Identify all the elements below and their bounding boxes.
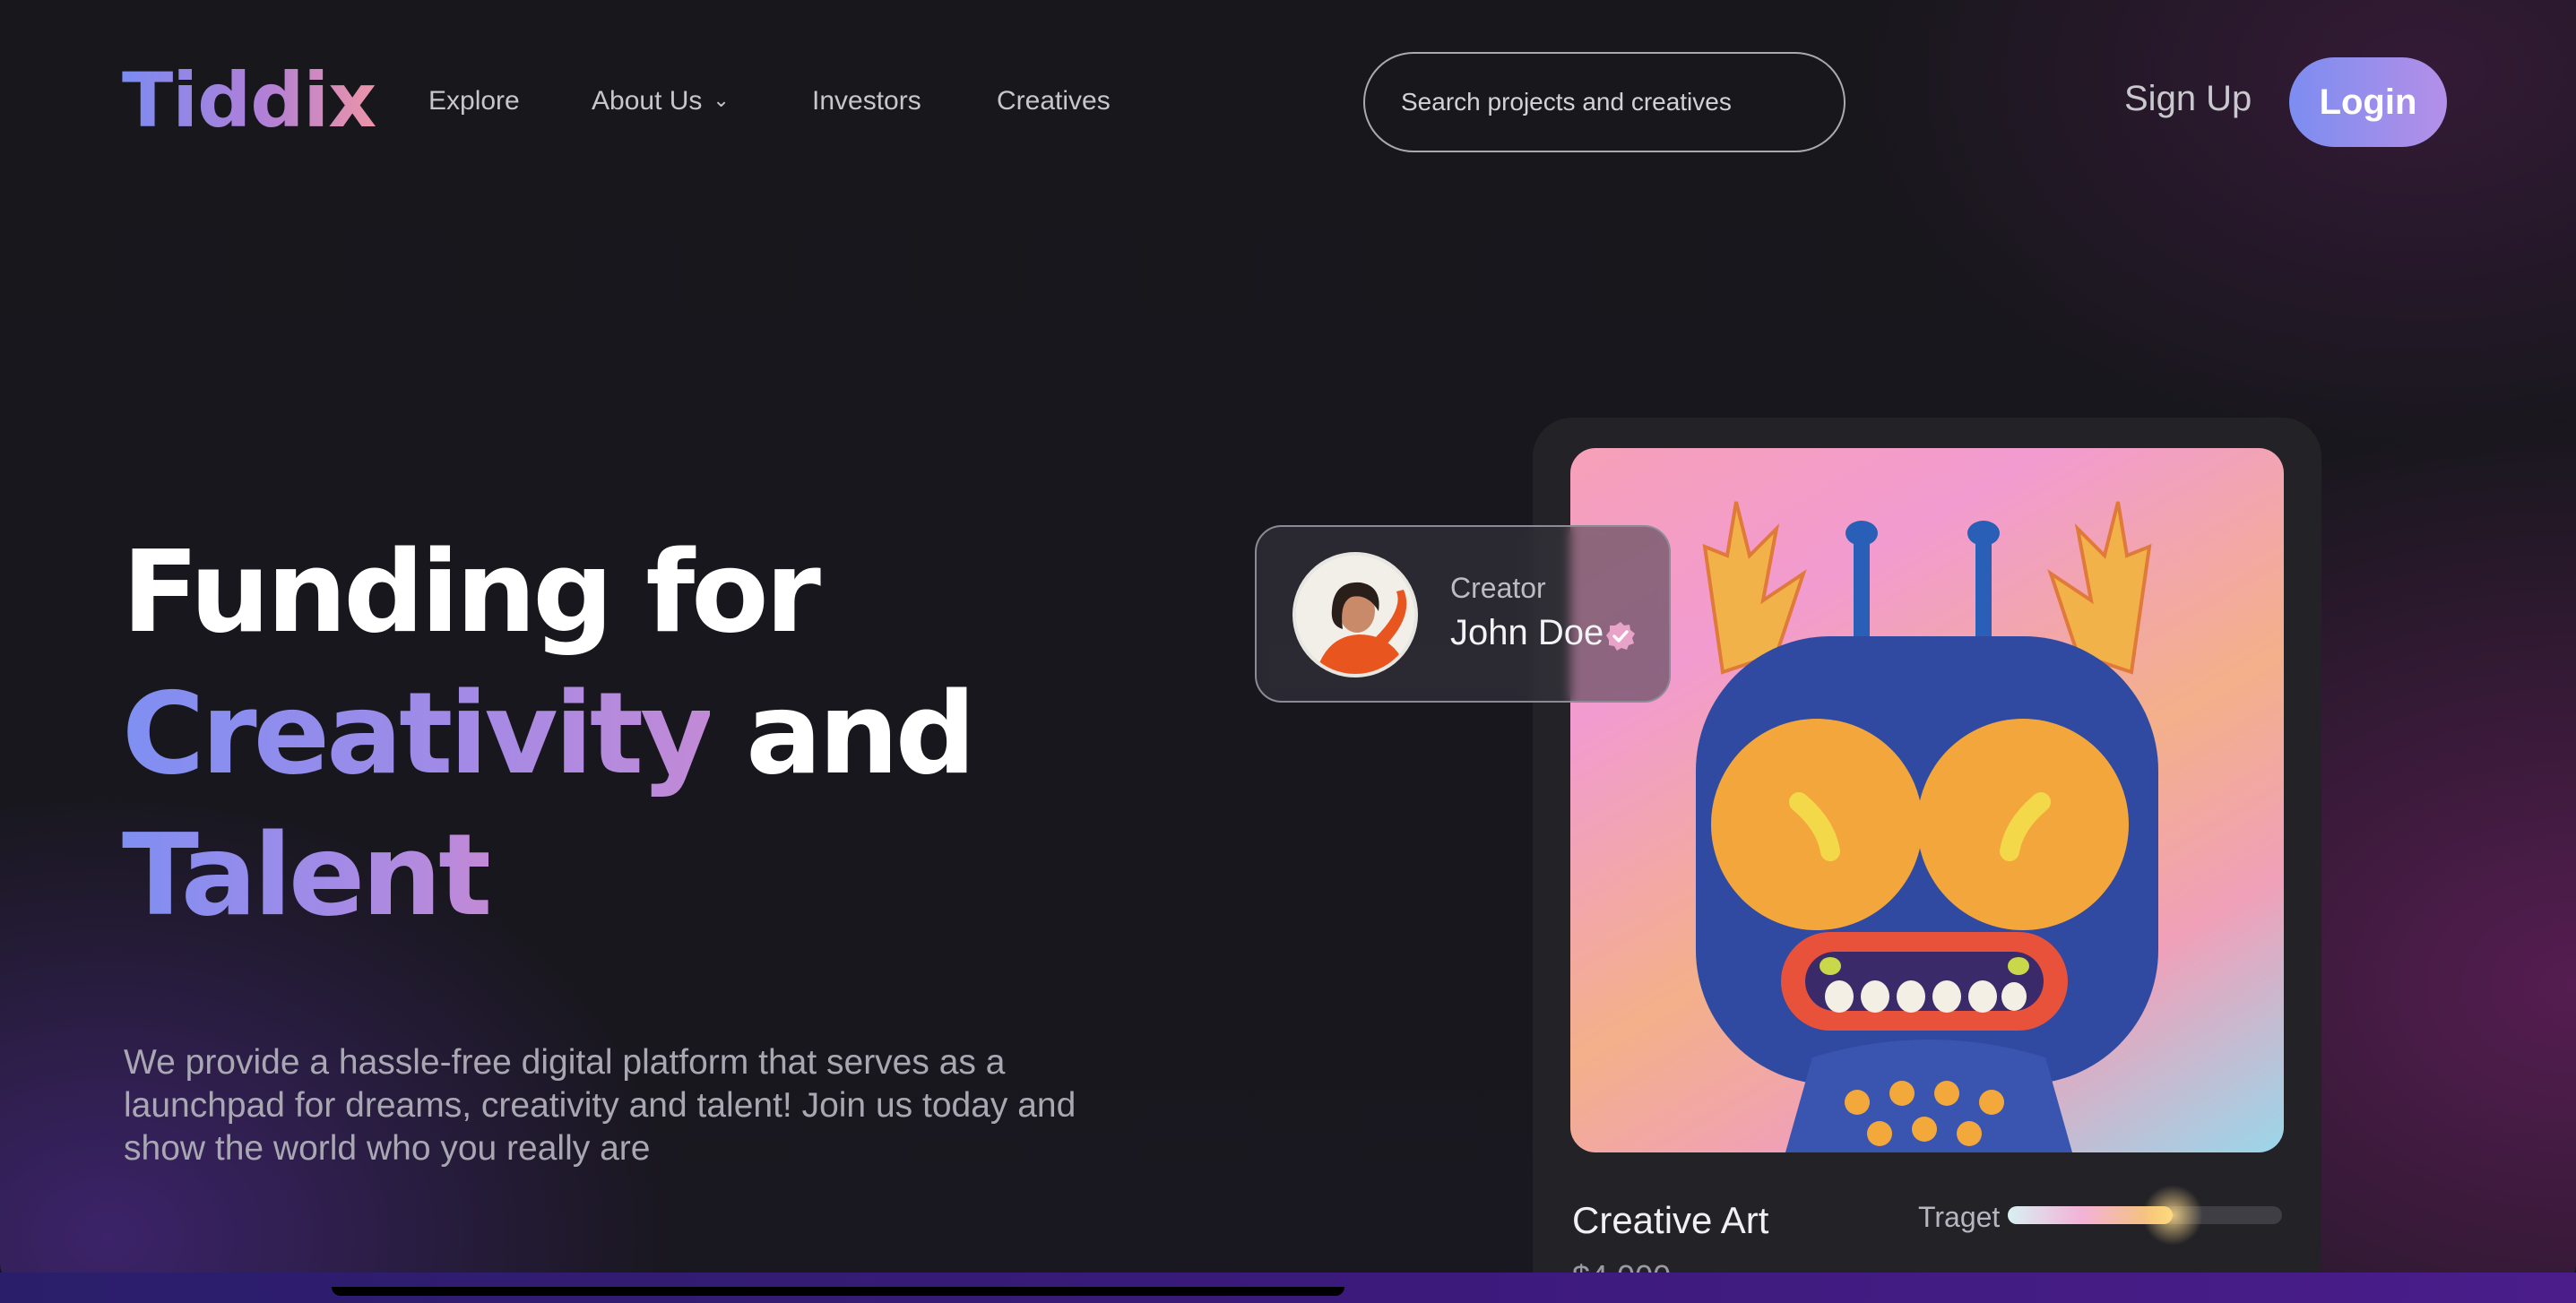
nav-investors[interactable]: Investors — [812, 86, 921, 116]
page-background: Tiddix Explore About Us ⌄ Investors Creat… — [0, 0, 2576, 1287]
brand-logo[interactable]: Tiddix — [122, 63, 376, 138]
nav-explore[interactable]: Explore — [428, 86, 520, 116]
project-title: Creative Art — [1572, 1199, 1769, 1241]
nav-explore-label: Explore — [428, 86, 520, 116]
creator-badge[interactable]: Creator John Doe — [1255, 525, 1671, 703]
project-artwork-image — [1570, 448, 2284, 1152]
hero-heading-line-3: Talent — [122, 819, 492, 932]
sign-up-link[interactable]: Sign Up — [2124, 79, 2252, 119]
verified-badge-icon — [1606, 622, 1635, 651]
nav-creatives-label: Creatives — [997, 86, 1111, 116]
hero-accent-creativity: Creativity — [122, 668, 713, 799]
nav-about-us[interactable]: About Us ⌄ — [592, 86, 730, 116]
hero-heading-line-2: Creativity and — [122, 677, 976, 790]
nav-investors-label: Investors — [812, 86, 921, 116]
hero-accent-talent: Talent — [122, 809, 492, 941]
creator-name: John Doe — [1450, 613, 1604, 652]
search-input[interactable] — [1363, 52, 1846, 152]
hero-heading-line-1: Funding for — [122, 526, 821, 658]
chevron-down-icon: ⌄ — [713, 89, 730, 111]
target-progress-glow — [2141, 1185, 2203, 1246]
login-button[interactable]: Login — [2289, 57, 2447, 147]
monster-illustration — [1696, 501, 2158, 1152]
hero-heading-and: and — [710, 668, 976, 799]
nav-creatives[interactable]: Creatives — [997, 86, 1111, 116]
target-progress-bar — [2008, 1185, 2282, 1246]
target-label: Traget — [1918, 1201, 2001, 1233]
hero-description: We provide a hassle-free digital platfor… — [124, 1043, 1076, 1168]
creator-avatar — [1292, 552, 1418, 677]
scroll-indicator-bar — [332, 1287, 1344, 1296]
creator-portrait — [1296, 556, 1414, 674]
creator-label: Creator — [1450, 572, 1546, 604]
nav-about-us-label: About Us — [592, 86, 703, 116]
